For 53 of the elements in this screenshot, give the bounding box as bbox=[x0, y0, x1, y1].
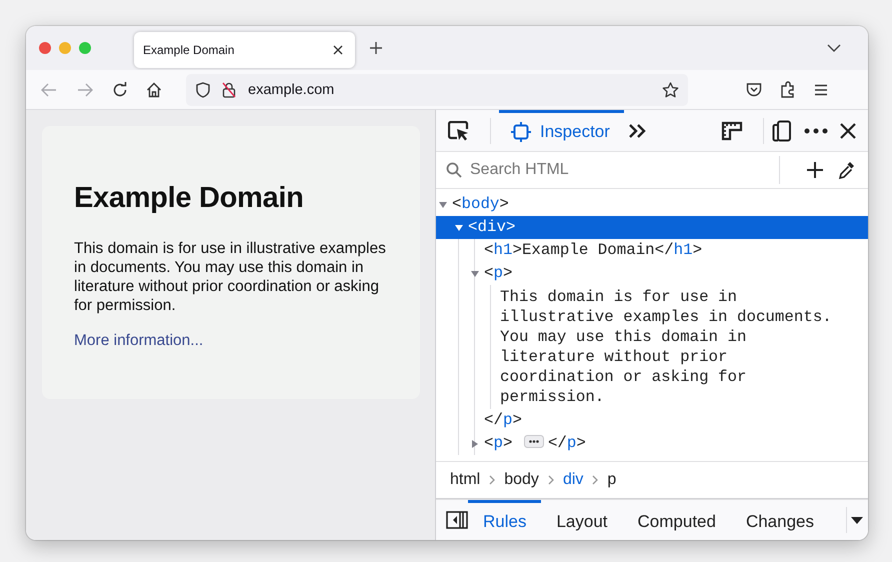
markup-node[interactable]: <body> bbox=[436, 193, 868, 216]
breadcrumb[interactable]: body bbox=[504, 471, 539, 489]
pocket-icon[interactable] bbox=[746, 82, 762, 97]
page-heading: Example Domain bbox=[74, 182, 304, 215]
sidebar-tab[interactable]: Computed bbox=[622, 500, 731, 540]
chevron-right-icon bbox=[489, 475, 496, 485]
search-html-field[interactable]: Search HTML bbox=[468, 160, 672, 180]
close-window-icon[interactable] bbox=[39, 42, 51, 54]
expanded-caret-icon[interactable] bbox=[454, 223, 464, 233]
address-bar[interactable]: example.com bbox=[186, 74, 688, 106]
more-icon[interactable] bbox=[804, 128, 828, 134]
ruler-icon[interactable] bbox=[721, 120, 743, 140]
element-picker-icon[interactable] bbox=[448, 120, 470, 140]
add-node-icon[interactable] bbox=[806, 161, 824, 179]
dropdown-caret-icon[interactable] bbox=[851, 516, 863, 524]
markup-node[interactable]: <div> bbox=[436, 216, 868, 239]
ellipsis-badge[interactable] bbox=[524, 435, 544, 448]
search-icon bbox=[446, 162, 462, 178]
sidebar-tab[interactable]: Changes bbox=[730, 500, 830, 540]
breadcrumb[interactable]: html bbox=[450, 471, 480, 489]
home-icon[interactable] bbox=[146, 82, 162, 98]
more-information-link[interactable]: More information... bbox=[74, 332, 204, 349]
chevron-right-icon bbox=[592, 475, 598, 485]
markup-node[interactable]: <h1>Example Domain</h1> bbox=[436, 239, 868, 262]
closing-tag: </p> bbox=[484, 411, 522, 429]
collapsed-caret-icon[interactable] bbox=[470, 439, 480, 449]
menu-icon[interactable] bbox=[814, 84, 828, 96]
eyedropper-icon[interactable] bbox=[838, 160, 856, 180]
sidebar-toggle-icon[interactable] bbox=[446, 511, 468, 529]
sidebar-tab[interactable]: Layout bbox=[541, 500, 623, 540]
reload-icon[interactable] bbox=[112, 82, 128, 98]
close-icon[interactable] bbox=[840, 122, 856, 138]
markup-node[interactable]: <p> bbox=[436, 262, 868, 285]
expanded-caret-icon[interactable] bbox=[470, 269, 480, 279]
sidebar-tab[interactable]: Rules bbox=[468, 500, 542, 540]
markup-text: This domain is for use in illustrative examples in documents. You may use this domain in literature without prior coordination or asking for permission. bbox=[500, 287, 833, 407]
puzzle-piece-icon[interactable] bbox=[780, 81, 796, 98]
responsive-design-icon[interactable] bbox=[772, 120, 792, 142]
expanded-caret-icon[interactable] bbox=[438, 200, 448, 210]
bookmark-star-icon[interactable] bbox=[662, 82, 679, 98]
breadcrumb[interactable]: p bbox=[607, 471, 616, 489]
insecure-lock-icon[interactable] bbox=[222, 82, 236, 98]
chevron-right-icon bbox=[548, 475, 554, 485]
chevron-down-icon[interactable] bbox=[827, 44, 841, 52]
inspector-icon bbox=[511, 122, 531, 142]
browser-tab[interactable]: Example Domain bbox=[134, 32, 355, 68]
markup-node[interactable]: <p> </p> bbox=[436, 432, 868, 455]
page-paragraph: This domain is for use in illustrative examples in documents. You may use this domain in literature without prior coordination or asking for permission. bbox=[74, 239, 387, 315]
double-chevron-icon[interactable] bbox=[628, 122, 648, 138]
shield-icon[interactable] bbox=[196, 82, 210, 98]
close-icon[interactable] bbox=[333, 45, 343, 55]
new-tab-icon[interactable] bbox=[369, 41, 383, 55]
breadcrumb[interactable]: div bbox=[562, 471, 584, 489]
